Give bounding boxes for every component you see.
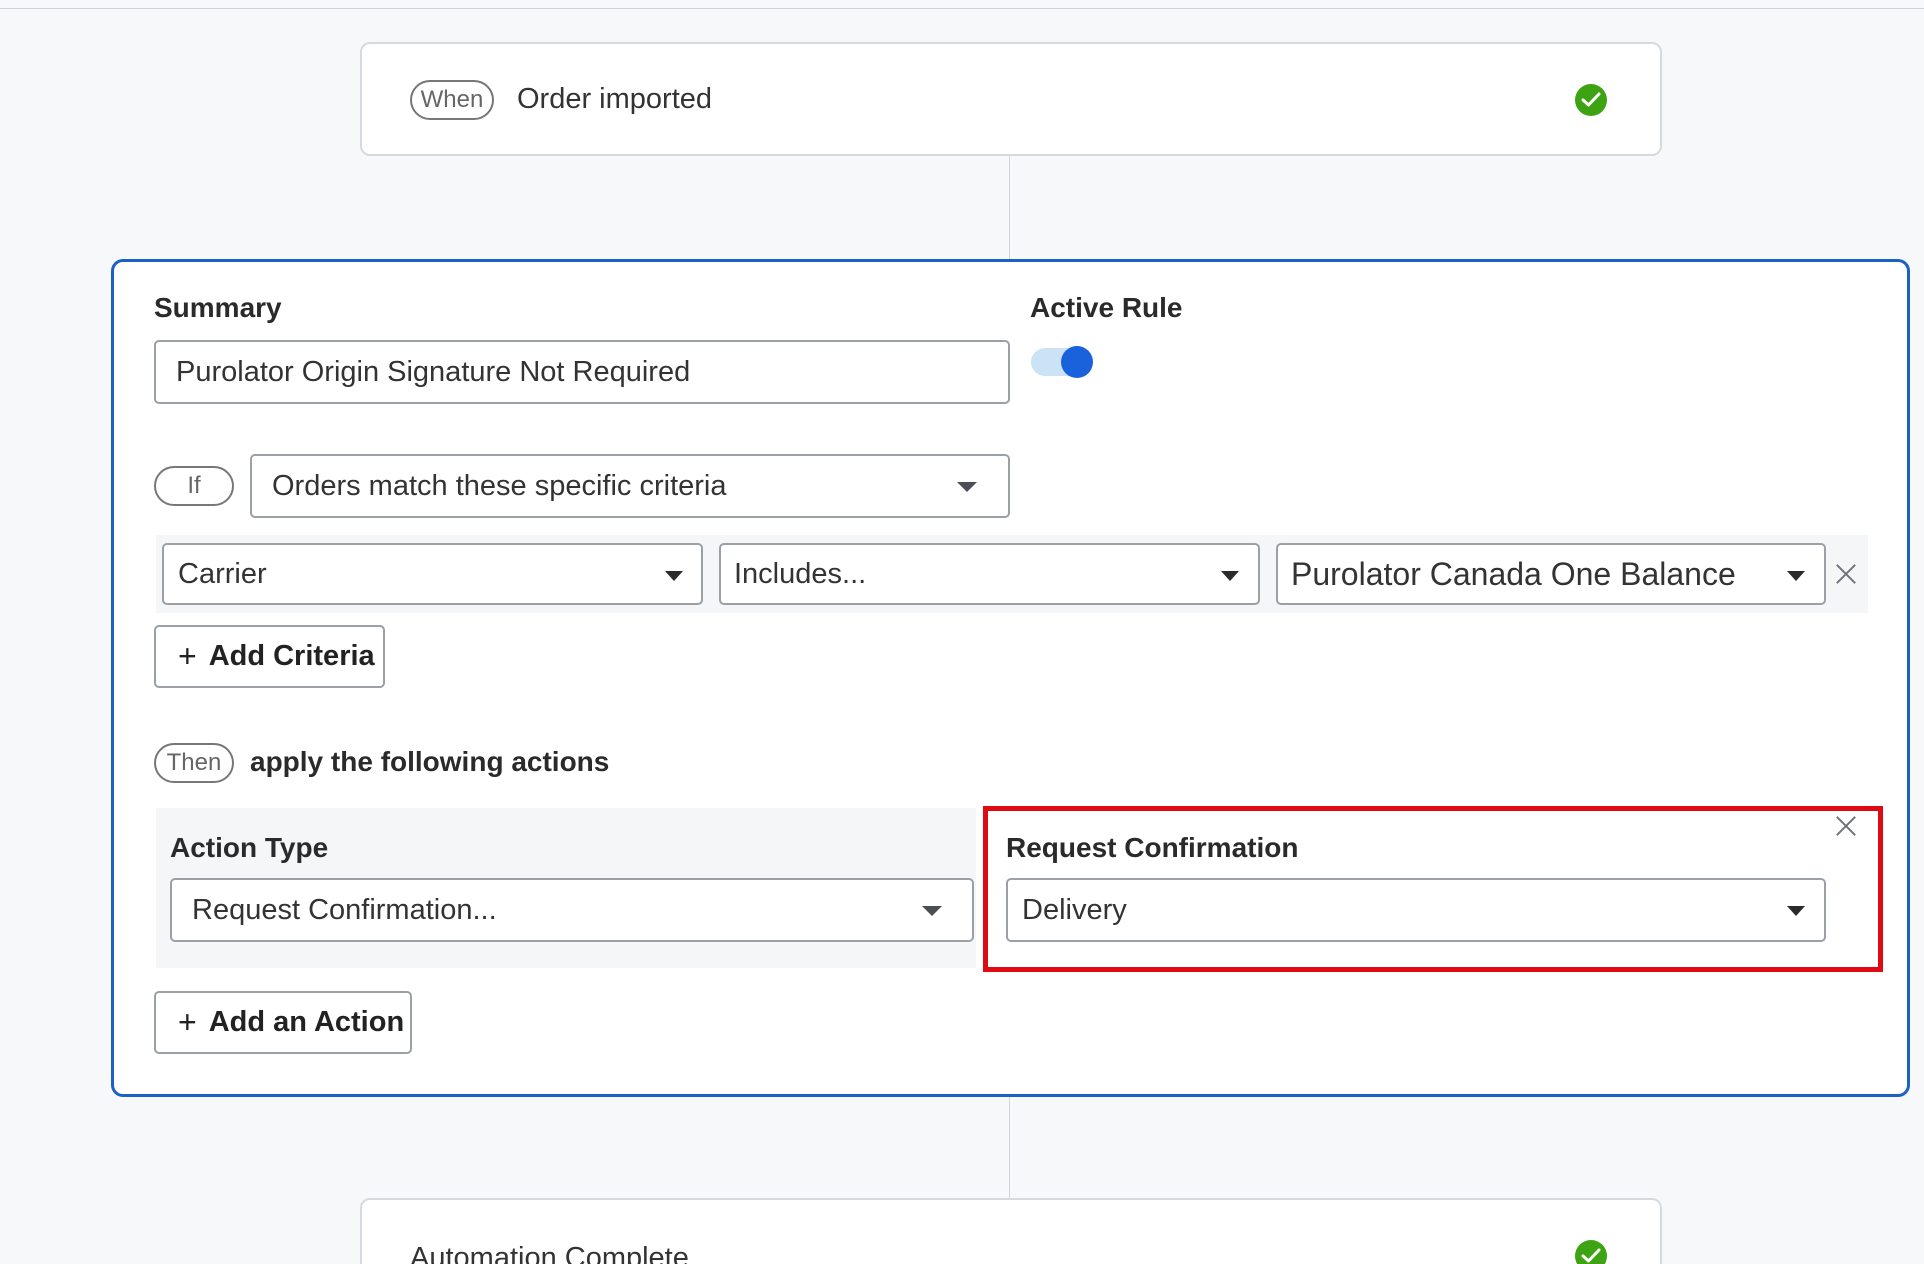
summary-input[interactable]: Purolator Origin Signature Not Required [154,340,1010,404]
flow-connector-top [1009,156,1010,259]
match-mode-select[interactable]: Orders match these specific criteria [250,454,1010,518]
summary-label: Summary [154,292,282,323]
highlight-box [983,806,1883,972]
add-criteria-label: Add Criteria [208,640,375,672]
check-circle-icon [1575,84,1607,116]
criteria-value: Purolator Canada One Balance [1291,555,1736,592]
criteria-field-select[interactable]: Carrier [162,543,703,605]
check-circle-icon [1575,1240,1607,1264]
add-action-label: Add an Action [208,1006,405,1038]
completion-text: Automation Complete [410,1242,689,1264]
trigger-card[interactable]: When Order imported [360,42,1662,156]
trigger-text: Order imported [517,83,713,115]
completion-card[interactable]: Automation Complete [360,1198,1662,1264]
chevron-down-icon[interactable] [922,906,942,916]
chevron-down-icon[interactable] [665,571,683,581]
match-mode-value: Orders match these specific criteria [272,469,727,502]
when-pill: When [410,80,494,120]
plus-icon: + [178,638,197,674]
add-action-button[interactable]: + Add an Action [154,991,412,1054]
plus-icon: + [178,1004,197,1040]
active-rule-label: Active Rule [1030,292,1183,323]
criteria-operator-select[interactable]: Includes... [719,543,1260,605]
criteria-field-value: Carrier [178,557,267,590]
action-type-select[interactable]: Request Confirmation... [170,878,974,942]
top-divider [0,8,1924,9]
action-type-value: Request Confirmation... [192,893,497,926]
then-pill: Then [154,743,234,783]
action-type-label: Action Type [170,832,329,863]
chevron-down-icon[interactable] [1221,571,1239,581]
criteria-value-select[interactable]: Purolator Canada One Balance [1276,543,1826,605]
flow-connector-bottom [1009,1097,1010,1200]
remove-criteria-icon[interactable] [1835,563,1857,585]
chevron-down-icon[interactable] [957,482,977,492]
if-pill: If [154,466,234,506]
criteria-operator-value: Includes... [734,557,867,590]
chevron-down-icon[interactable] [1787,571,1805,581]
add-criteria-button[interactable]: + Add Criteria [154,625,385,688]
toggle-knob[interactable] [1061,346,1093,378]
then-text: apply the following actions [250,746,610,777]
